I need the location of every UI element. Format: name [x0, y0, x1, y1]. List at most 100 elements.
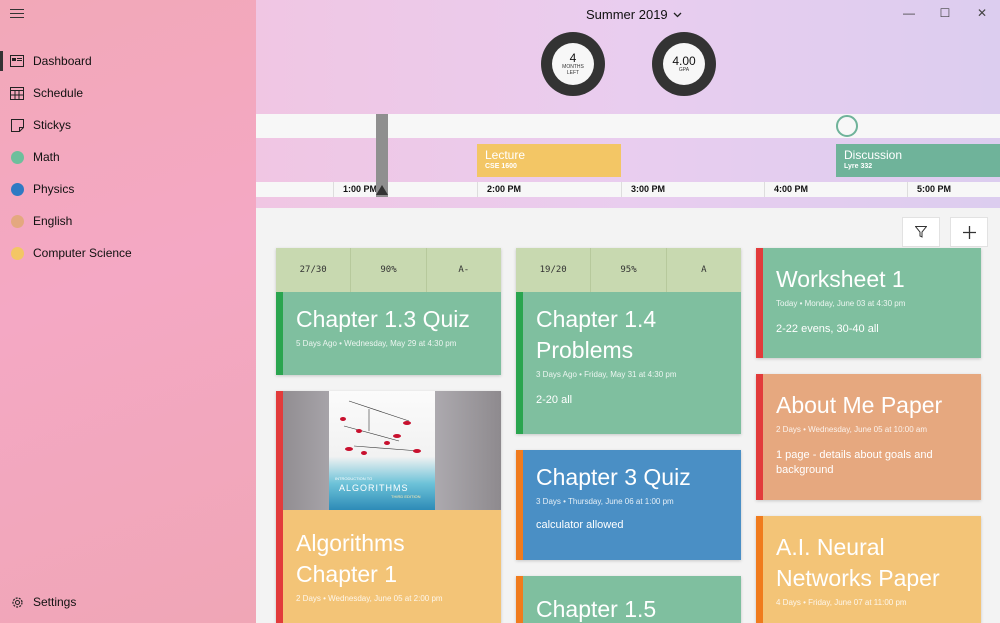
card-meta: 2 Days • Wednesday, June 05 at 2:00 pm — [296, 594, 443, 603]
card-worksheet-1[interactable]: Worksheet 1 Today • Monday, June 03 at 4… — [756, 248, 981, 358]
card-meta: 3 Days Ago • Friday, May 31 at 4:30 pm — [536, 370, 677, 379]
header: Summer 2019 — ☐ ✕ 4 Months Left 4.00 GPA… — [256, 0, 1000, 208]
event-title: Discussion — [844, 148, 903, 162]
physics-color-dot — [10, 182, 24, 196]
sidebar-item-label: Stickys — [33, 118, 72, 132]
event-discussion[interactable]: Discussion Lyre 332 — [836, 144, 1000, 177]
card-ai-neural-networks-paper[interactable]: A.I. Neural Networks Paper 4 Days • Frid… — [756, 516, 981, 623]
sidebar-item-physics[interactable]: Physics — [0, 173, 256, 205]
book-pre-title: INTRODUCTION TO — [335, 476, 373, 481]
sidebar-item-label: English — [33, 214, 73, 228]
card-about-me-paper[interactable]: About Me Paper 2 Days • Wednesday, June … — [756, 374, 981, 500]
plus-icon — [962, 225, 976, 239]
card-algorithms-chapter-1[interactable]: INTRODUCTION TO ALGORITHMS THIRD EDITION… — [276, 391, 501, 623]
card-meta: 5 Days Ago • Wednesday, May 29 at 4:30 p… — [296, 339, 457, 348]
card-accent — [756, 248, 763, 358]
sidebar-item-label: Schedule — [33, 86, 84, 100]
sidebar-item-stickys[interactable]: Stickys — [0, 109, 256, 141]
computer-science-color-dot — [10, 246, 24, 260]
gpa-value: 4.00 — [672, 54, 696, 68]
book-title: ALGORITHMS — [339, 483, 409, 493]
card-chapter-3-quiz[interactable]: Chapter 3 Quiz 3 Days • Thursday, June 0… — [516, 450, 741, 560]
sidebar-item-label: Dashboard — [33, 54, 92, 68]
timeline-ticks: 1:00 PM 2:00 PM 3:00 PM 4:00 PM 5:00 PM — [256, 182, 1000, 197]
card-accent — [516, 292, 523, 434]
grade-letter: A- — [458, 265, 470, 275]
timeline-tick: 5:00 PM — [907, 182, 1000, 197]
timeline-tick: 1:00 PM — [333, 182, 477, 197]
card-meta: 2 Days • Wednesday, June 05 at 10:00 am — [776, 425, 928, 434]
book-edition: THIRD EDITION — [391, 494, 421, 499]
card-description: calculator allowed — [536, 519, 624, 531]
math-color-dot — [10, 150, 24, 164]
grade-percent: 90% — [351, 248, 427, 292]
months-left-label2: Left — [566, 70, 580, 76]
card-title: Chapter 1.4 Problems — [536, 306, 657, 363]
card-title: Chapter 1.5 — [536, 596, 657, 622]
card-accent — [276, 292, 283, 375]
hamburger-icon[interactable] — [10, 9, 24, 21]
sidebar: Dashboard Schedule Stickys Math Physics … — [0, 0, 256, 623]
card-chapter-1-4-problems[interactable]: 19/20 95% A Chapter 1.4 Problems 3 Days … — [516, 248, 741, 434]
chevron-down-icon — [673, 12, 682, 17]
gpa-label: GPA — [678, 67, 690, 73]
term-selector[interactable]: Summer 2019 — [586, 7, 682, 22]
event-lecture[interactable]: Lecture CSE 1600 — [477, 144, 621, 177]
timeline-tick: 3:00 PM — [621, 182, 765, 197]
sidebar-item-label: Computer Science — [33, 246, 132, 260]
timeline-tick: 2:00 PM — [477, 182, 621, 197]
card-meta: 4 Days • Friday, June 07 at 11:00 pm — [776, 598, 907, 607]
card-meta: 3 Days • Thursday, June 06 at 1:00 pm — [536, 497, 674, 506]
sidebar-item-english[interactable]: English — [0, 205, 256, 237]
grade-score: 27/30 — [276, 248, 352, 292]
sidebar-item-settings[interactable]: Settings — [0, 586, 256, 618]
calendar-icon — [9, 85, 25, 101]
grade-score: 19/20 — [516, 248, 592, 292]
card-chapter-1-3-quiz[interactable]: 27/30 90% A- Chapter 1.3 Quiz 5 Days Ago… — [276, 248, 501, 375]
dashboard-icon — [9, 53, 25, 69]
grade-row: 19/20 95% A — [516, 248, 741, 292]
card-description: 2-20 all — [536, 394, 573, 406]
grade-row: 27/30 90% A- — [276, 248, 501, 292]
months-left-ring: 4 Months Left — [541, 32, 605, 96]
event-subtitle: CSE 1600 — [485, 163, 517, 170]
filter-button[interactable] — [902, 217, 940, 247]
grade-letter: A — [701, 265, 707, 275]
card-chapter-1-5[interactable]: Chapter 1.5 — [516, 576, 741, 623]
gpa-ring: 4.00 GPA — [652, 32, 716, 96]
timeline-circle-marker — [836, 115, 858, 137]
sidebar-item-computer-science[interactable]: Computer Science — [0, 237, 256, 269]
card-accent — [756, 516, 763, 623]
close-button[interactable]: ✕ — [972, 6, 992, 20]
card-title: Worksheet 1 — [776, 266, 905, 292]
sidebar-item-dashboard[interactable]: Dashboard — [0, 45, 256, 77]
sidebar-item-math[interactable]: Math — [0, 141, 256, 173]
sticky-note-icon — [9, 117, 25, 133]
mobile-sculpture-art — [340, 400, 421, 455]
months-left-value: 4 — [569, 51, 577, 65]
minimize-button[interactable]: — — [899, 6, 919, 20]
card-accent — [756, 374, 763, 500]
card-accent — [516, 576, 523, 623]
term-label: Summer 2019 — [586, 7, 668, 22]
card-description: 1 page - details about goals and backgro… — [776, 449, 933, 476]
timeline-tick: 4:00 PM — [764, 182, 908, 197]
card-accent — [516, 450, 523, 560]
current-time-arrow — [376, 185, 388, 195]
maximize-button[interactable]: ☐ — [935, 6, 955, 20]
event-title: Lecture — [485, 148, 526, 162]
grade-percent: 95% — [591, 248, 667, 292]
card-title: About Me Paper — [776, 392, 943, 418]
gear-icon — [9, 594, 25, 610]
book-cover-image: INTRODUCTION TO ALGORITHMS THIRD EDITION — [276, 391, 501, 510]
card-title: Chapter 3 Quiz — [536, 464, 691, 490]
sidebar-item-label: Physics — [33, 182, 75, 196]
english-color-dot — [10, 214, 24, 228]
settings-label: Settings — [33, 595, 77, 609]
timeline-track — [256, 114, 1000, 138]
event-subtitle: Lyre 332 — [844, 163, 873, 170]
sidebar-item-label: Math — [33, 150, 60, 164]
card-title: A.I. Neural Networks Paper — [776, 534, 940, 591]
sidebar-item-schedule[interactable]: Schedule — [0, 77, 256, 109]
add-button[interactable] — [950, 217, 988, 247]
